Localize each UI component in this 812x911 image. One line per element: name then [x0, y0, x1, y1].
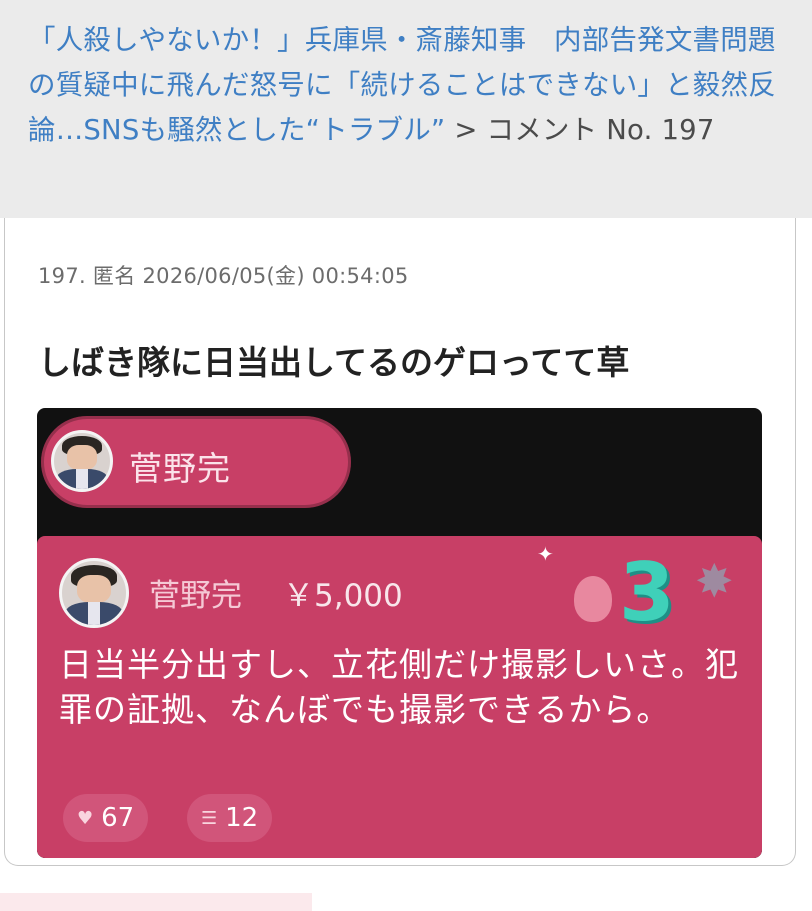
header-band: 「人殺しやないか！」兵庫県・斎藤知事 内部告発文書問題の質疑中に飛んだ怒号に「続… — [0, 0, 812, 218]
superchat-panel: 菅野完 ￥5,000 ✦ 3 ✸ 日当半分出すし、立花側だけ撮影しいさ。犯罪の証… — [37, 536, 762, 858]
next-item-edge — [0, 893, 312, 911]
pill-username: 菅野完 — [129, 449, 231, 488]
reply-count: 12 — [225, 803, 259, 833]
rank-badge: 3 — [619, 546, 675, 639]
like-icon: ♥ — [77, 807, 94, 829]
embedded-image[interactable]: 菅野完 菅野完 ￥5,000 ✦ 3 ✸ 日当半分出すし、立花側だけ撮影しいさ。… — [37, 408, 762, 858]
sparkle-icon: ✦ — [537, 542, 554, 566]
like-badge: ♥ 67 — [63, 794, 149, 842]
comment-meta: 197. 匿名 2026/06/05(金) 00:54:05 — [38, 264, 409, 288]
breadcrumb-current: コメント No. 197 — [486, 114, 715, 146]
superchat-amount: ￥5,000 — [283, 578, 403, 614]
reply-icon: ☰ — [201, 807, 218, 829]
avatar-icon — [51, 430, 113, 492]
user-pill: 菅野完 — [41, 416, 351, 508]
comment-body: しばき隊に日当出してるのゲロってて草 — [38, 343, 630, 382]
breadcrumb: 「人殺しやないか！」兵庫県・斎藤知事 内部告発文書問題の質疑中に飛んだ怒号に「続… — [28, 18, 788, 153]
breadcrumb-separator: > — [445, 114, 487, 146]
superchat-username: 菅野完 — [149, 578, 242, 614]
superchat-message: 日当半分出すし、立花側だけ撮影しいさ。犯罪の証拠、なんぼでも撮影できるから。 — [59, 645, 739, 729]
star-icon: ✸ — [695, 554, 734, 608]
like-count: 67 — [101, 803, 135, 833]
balloon-icon — [574, 576, 612, 622]
reply-badge: ☰ 12 — [187, 794, 273, 842]
avatar-icon — [59, 558, 129, 628]
